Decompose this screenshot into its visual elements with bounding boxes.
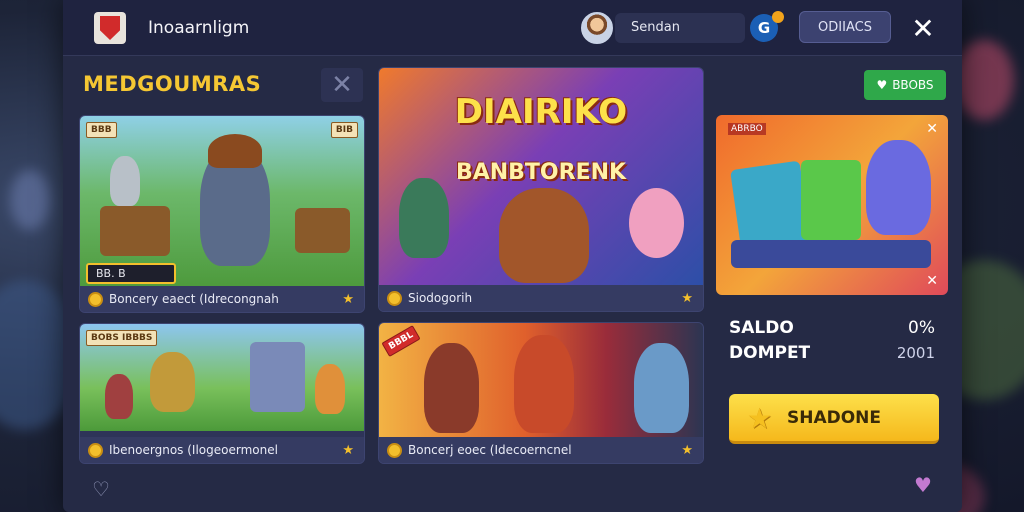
app-logo[interactable] xyxy=(94,12,126,44)
treasure-chest xyxy=(295,208,350,253)
card-footer: Boncerj eoec (Idecoerncnel ★ xyxy=(379,437,703,463)
robot-figure xyxy=(250,342,305,412)
saldo-value: 0% xyxy=(908,318,935,338)
star-icon: ★ xyxy=(681,442,693,458)
app-title: Inoaarnligm xyxy=(148,18,250,38)
game-card-art: BOBS IBBBS xyxy=(80,324,364,431)
notification-badge xyxy=(772,11,784,23)
card-title: Ibenoergnos (Ilogeoermonel xyxy=(109,443,278,457)
card-title: Siodogorih xyxy=(408,291,473,305)
star-icon: ★ xyxy=(681,290,693,306)
star-icon: ★ xyxy=(747,402,773,435)
background-decor-top xyxy=(954,40,1014,120)
character-figure xyxy=(629,188,684,258)
top-bar: Inoaarnligm Sendan G ODIIACS ✕ xyxy=(63,0,962,56)
cta-label: SHADONE xyxy=(786,407,882,428)
promo-button-label: BBOBS xyxy=(892,78,934,92)
promo-button[interactable]: ♥ BBOBS xyxy=(864,70,946,100)
card-chip: BBB xyxy=(86,122,117,138)
coin-icon xyxy=(387,442,402,458)
avatar[interactable] xyxy=(581,12,613,44)
card-chip: BOBS IBBBS xyxy=(86,330,158,346)
background-creature-ears xyxy=(10,170,50,230)
card-title: Boncery eaect (Idrecongnah xyxy=(109,292,279,306)
card-footer: Ibenoergnos (Ilogeoermonel ★ xyxy=(80,437,364,463)
coin-icon xyxy=(88,291,103,307)
game-card[interactable]: BOBS IBBBS Ibenoergnos (Ilogeoermonel ★ xyxy=(79,323,365,464)
shield-icon xyxy=(100,16,120,40)
game-card-art: DIAIRIKO BANBTORENK xyxy=(379,68,703,288)
character-figure xyxy=(866,140,931,235)
character-figure xyxy=(315,364,345,414)
card-chip: BIB xyxy=(330,122,358,138)
game-card-art: BBB BIB BB. B xyxy=(80,116,364,288)
featured-game-card[interactable]: DIAIRIKO BANBTORENK Siodogorih ★ xyxy=(378,67,704,312)
section-close-icon[interactable]: ✕ xyxy=(321,68,363,102)
hero-title-line1: DIAIRIKO xyxy=(454,92,628,132)
dompet-label: DOMPET xyxy=(729,343,811,363)
card-ribbon: BBBL xyxy=(381,324,421,358)
promo-close-icon-bottom[interactable]: ✕ xyxy=(926,273,938,289)
coin-icon xyxy=(387,290,402,306)
keyboard-shape xyxy=(731,240,931,268)
game-card[interactable]: BBB BIB BB. B Boncery eaect (Idrecongnah… xyxy=(79,115,365,313)
card-dark-chip: BB. B xyxy=(86,263,176,284)
card-footer: Boncery eaect (Idrecongnah ★ xyxy=(80,286,364,312)
user-name: Sendan xyxy=(631,20,680,35)
promo-label: ABRBO xyxy=(728,123,766,135)
close-icon[interactable]: ✕ xyxy=(906,11,940,45)
dompet-value: 2001 xyxy=(896,344,935,362)
card-title: Boncerj eoec (Idecoerncnel xyxy=(408,443,572,457)
character-figure xyxy=(150,352,195,412)
card-shape xyxy=(801,160,861,240)
character-figure xyxy=(110,156,140,206)
hat-shape xyxy=(208,134,262,168)
saldo-label: SALDO xyxy=(729,318,794,338)
star-icon: ★ xyxy=(342,291,354,307)
favorite-heart-icon[interactable]: ♡ xyxy=(88,476,114,502)
notification-icon: G xyxy=(757,19,771,37)
favorite-heart-icon[interactable]: ♥ xyxy=(910,472,936,498)
character-figure xyxy=(105,374,133,419)
game-card-art: BBBL xyxy=(379,323,703,438)
promo-card[interactable]: ABRBO ✕ ✕ xyxy=(716,115,948,295)
character-figure xyxy=(399,178,449,258)
heart-icon: ♥ xyxy=(876,78,888,92)
character-figure xyxy=(499,188,589,283)
promo-close-icon[interactable]: ✕ xyxy=(926,121,938,137)
game-lobby-window: Inoaarnligm Sendan G ODIIACS ✕ MEDGOUMRA… xyxy=(63,0,962,512)
character-figure xyxy=(634,343,689,433)
top-action-button[interactable]: ODIIACS xyxy=(799,11,891,43)
game-card[interactable]: BBBL Boncerj eoec (Idecoerncnel ★ xyxy=(378,322,704,464)
star-icon: ★ xyxy=(342,442,354,458)
card-footer: Siodogorih ★ xyxy=(379,285,703,311)
character-figure xyxy=(514,335,574,433)
cta-button[interactable]: ★ SHADONE xyxy=(729,394,939,444)
treasure-chest xyxy=(100,206,170,256)
character-figure xyxy=(424,343,479,433)
coin-icon xyxy=(88,442,103,458)
section-title: MEDGOUMRAS xyxy=(83,72,262,96)
